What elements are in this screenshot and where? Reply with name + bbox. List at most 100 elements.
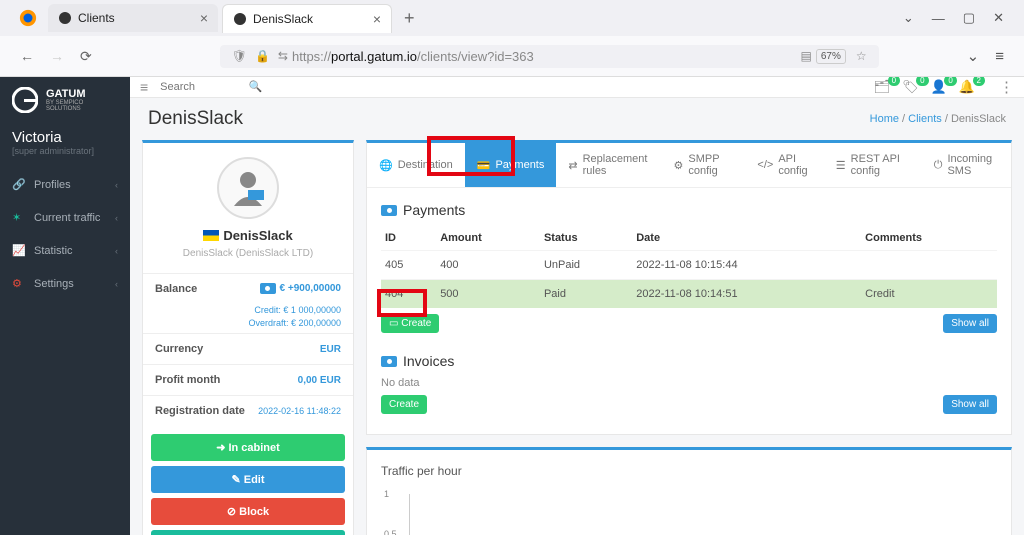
minimize-icon[interactable]: — bbox=[932, 11, 945, 26]
permissions-icon[interactable]: ⇆ bbox=[278, 49, 288, 63]
credit-block: Credit: € 1 000,00000 Overdraft: € 200,0… bbox=[143, 304, 353, 333]
tab-api[interactable]: </>API config bbox=[745, 143, 823, 187]
table-row[interactable]: 404500Paid2022-11-08 10:14:51Credit bbox=[381, 280, 997, 309]
bookmark-icon[interactable]: ☆ bbox=[856, 49, 867, 63]
tab-smpp[interactable]: ⚙SMPP config bbox=[661, 143, 745, 187]
main-content: ≡ 🔍 🗂0 🏷0 👤0 🔔2 ⋮ DenisSlack Home / Clie… bbox=[130, 77, 1024, 535]
profile-card: DenisSlack DenisSlack (DenisSlack LTD) B… bbox=[142, 140, 354, 535]
traffic-icon: ✶ bbox=[12, 211, 26, 224]
link-icon: 🔗 bbox=[12, 178, 26, 191]
url-text: https://portal.gatum.io/clients/view?id=… bbox=[292, 49, 797, 64]
breadcrumb-home[interactable]: Home bbox=[870, 113, 899, 125]
invoices-nodata: No data bbox=[381, 377, 997, 389]
maximize-icon[interactable]: ▢ bbox=[963, 10, 975, 26]
create-invoice-button[interactable]: Create bbox=[381, 395, 427, 414]
tab-rest[interactable]: ☰REST API config bbox=[824, 143, 922, 187]
registration-row: Registration date 2022-02-16 11:48:22 bbox=[143, 395, 353, 426]
reader-icon[interactable]: ▤ bbox=[801, 49, 812, 63]
cell-amount: 400 bbox=[436, 251, 540, 280]
traffic-title: Traffic per hour bbox=[381, 464, 997, 478]
money-icon bbox=[381, 205, 397, 216]
sidebar-item-label: Profiles bbox=[34, 179, 71, 191]
tab-replacement[interactable]: ⇄Replacement rules bbox=[556, 143, 661, 187]
tab-title: DenisSlack bbox=[253, 12, 373, 26]
globe-icon: 🌐 bbox=[379, 159, 393, 172]
notif-icon[interactable]: 🔔2 bbox=[959, 79, 975, 95]
more-icon[interactable]: ⋮ bbox=[999, 78, 1014, 96]
cell-date: 2022-11-08 10:15:44 bbox=[632, 251, 861, 280]
gear-icon: ⚙ bbox=[12, 277, 26, 290]
table-row[interactable]: 405400UnPaid2022-11-08 10:15:44 bbox=[381, 251, 997, 280]
cell-id: 404 bbox=[381, 280, 436, 309]
brand-sub: BY SEMPICO SOLUTIONS bbox=[46, 100, 118, 112]
gear-icon: ⚙ bbox=[673, 159, 683, 172]
power-icon: ⏻ bbox=[934, 159, 943, 172]
notif-icon[interactable]: 🗂0 bbox=[874, 79, 891, 95]
brand-name: GATUM bbox=[46, 89, 118, 100]
tab-payments[interactable]: 💳Payments bbox=[465, 143, 557, 187]
tab-destination[interactable]: 🌐Destination bbox=[367, 143, 465, 187]
cell-id: 405 bbox=[381, 251, 436, 280]
avatar-block: DenisSlack DenisSlack (DenisSlack LTD) bbox=[143, 143, 353, 273]
app-menu-icon[interactable]: ≡ bbox=[987, 44, 1012, 69]
close-icon[interactable]: × bbox=[373, 11, 381, 27]
show-all-invoices-button[interactable]: Show all bbox=[943, 395, 997, 414]
hamburger-icon[interactable]: ≡ bbox=[140, 79, 148, 95]
show-all-payments-button[interactable]: Show all bbox=[943, 314, 997, 333]
reg-label: Registration date bbox=[155, 405, 245, 417]
window-controls: ⌄ — ▢ ✕ bbox=[903, 10, 1016, 26]
sidebar-item-profiles[interactable]: 🔗 Profiles ‹ bbox=[0, 168, 130, 201]
cell-status: UnPaid bbox=[540, 251, 632, 280]
topbar-right: 🗂0 🏷0 👤0 🔔2 ⋮ bbox=[874, 78, 1014, 96]
money-icon bbox=[381, 356, 397, 367]
notif-icon[interactable]: 👤0 bbox=[931, 79, 947, 95]
avatar bbox=[217, 157, 279, 219]
profit-row: Profit month 0,00 EUR bbox=[143, 364, 353, 395]
topbar: ≡ 🔍 🗂0 🏷0 👤0 🔔2 ⋮ bbox=[130, 77, 1024, 98]
tab-incoming[interactable]: ⏻Incoming SMS bbox=[922, 143, 1011, 187]
traffic-chart: 1 0.5 0 bbox=[409, 494, 997, 535]
sidebar-item-current-traffic[interactable]: ✶ Current traffic ‹ bbox=[0, 201, 130, 234]
currency-value: EUR bbox=[320, 344, 341, 355]
close-icon[interactable]: × bbox=[200, 10, 208, 26]
lock-icon[interactable]: 🔒 bbox=[255, 49, 270, 63]
shield-icon[interactable]: 🛡 bbox=[232, 49, 247, 63]
reload-button[interactable]: ⟳ bbox=[72, 42, 100, 71]
close-window-icon[interactable]: ✕ bbox=[993, 10, 1004, 26]
notif-icon[interactable]: 🏷0 bbox=[902, 79, 919, 95]
overdraft-label: Overdraft: € 200,00000 bbox=[155, 317, 341, 330]
chevron-down-icon[interactable]: ⌄ bbox=[903, 10, 914, 26]
cell-comments: Credit bbox=[861, 280, 997, 309]
cell-date: 2022-11-08 10:14:51 bbox=[632, 280, 861, 309]
cell-status: Paid bbox=[540, 280, 632, 309]
col-id: ID bbox=[381, 226, 436, 251]
cell-amount: 500 bbox=[436, 280, 540, 309]
invoices-header: Invoices bbox=[381, 353, 997, 369]
balance-row: Balance € +900,00000 bbox=[143, 273, 353, 304]
payments-header: Payments bbox=[381, 202, 997, 218]
cabinet-button[interactable]: ➜ In cabinet bbox=[151, 434, 345, 461]
favicon-icon bbox=[233, 12, 247, 26]
history-button[interactable]: ↻ History bbox=[151, 530, 345, 535]
edit-button[interactable]: ✎ Edit bbox=[151, 466, 345, 493]
invoices-actions: Create Show all bbox=[381, 395, 997, 414]
tab-strip: 🌐Destination 💳Payments ⇄Replacement rule… bbox=[367, 143, 1011, 188]
url-input[interactable]: 🛡 🔒 ⇆ https://portal.gatum.io/clients/vi… bbox=[220, 45, 879, 68]
browser-tab-denisslack[interactable]: DenisSlack × bbox=[222, 4, 392, 33]
search-wrap: 🔍 bbox=[158, 77, 266, 97]
zoom-level[interactable]: 67% bbox=[816, 49, 846, 64]
chart-icon: 📈 bbox=[12, 244, 26, 257]
card-icon: 💳 bbox=[477, 159, 491, 172]
breadcrumb-clients[interactable]: Clients bbox=[908, 113, 942, 125]
back-button[interactable]: ← bbox=[12, 42, 42, 70]
browser-tab-clients[interactable]: Clients × bbox=[48, 4, 218, 32]
block-button[interactable]: ⊘ Block bbox=[151, 498, 345, 525]
new-tab-button[interactable]: + bbox=[396, 8, 423, 29]
search-icon[interactable]: 🔍 bbox=[248, 80, 262, 93]
y-tick: 1 bbox=[384, 489, 389, 499]
create-payment-button[interactable]: ▭ Create bbox=[381, 314, 439, 333]
sidebar-item-statistic[interactable]: 📈 Statistic ‹ bbox=[0, 234, 130, 267]
tab-body: Payments ID Amount Status Date Comments … bbox=[367, 188, 1011, 434]
sidebar-item-settings[interactable]: ⚙ Settings ‹ bbox=[0, 267, 130, 300]
pocket-icon[interactable]: ⌄ bbox=[959, 43, 988, 69]
